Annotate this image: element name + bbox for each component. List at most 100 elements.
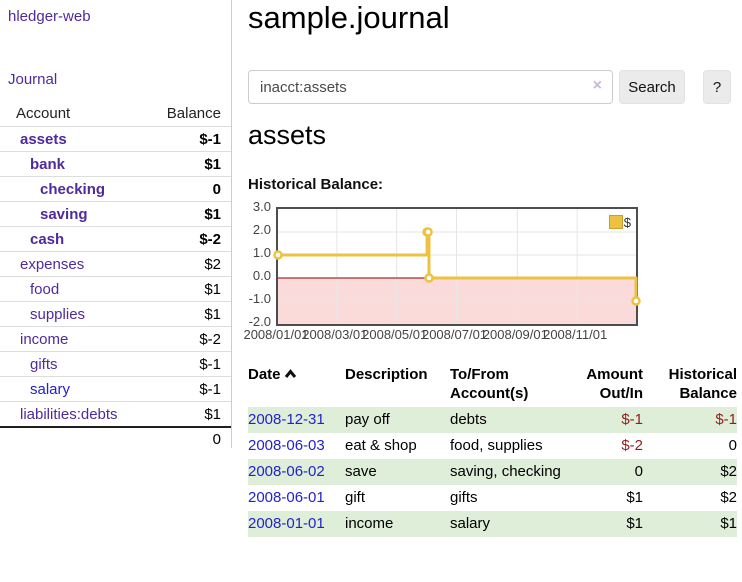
register-header-date-label: Date (248, 366, 281, 383)
account-link[interactable]: bank (30, 156, 65, 173)
transaction-description: gift (345, 485, 450, 511)
register-table: Date Description To/From Account(s) Amou… (248, 363, 737, 537)
balance-chart: 3.02.01.00.0-1.0-2.0 $ 2008/01/012008/03… (248, 201, 742, 349)
account-balance: $1 (149, 302, 231, 327)
transaction-description: eat & shop (345, 433, 450, 459)
accounts-total-value: 0 (149, 427, 231, 451)
search-input-wrap: × (248, 70, 613, 104)
y-axis-tick-label: 3.0 (245, 199, 271, 214)
account-link[interactable]: expenses (20, 256, 84, 273)
transaction-balance: 0 (643, 433, 737, 459)
transaction-date-link[interactable]: 2008-06-01 (248, 489, 325, 506)
transaction-accounts: saving, checking (450, 459, 565, 485)
x-axis-tick-label: 2008/03/01 (302, 327, 367, 342)
transaction-balance: $1 (643, 511, 737, 537)
account-balance: $-2 (149, 327, 231, 352)
help-button[interactable]: ? (703, 70, 731, 104)
y-axis-tick-label: -1.0 (245, 291, 271, 306)
account-link[interactable]: supplies (30, 306, 85, 323)
register-header-account: To/From Account(s) (450, 363, 565, 407)
y-axis-tick-label: 1.0 (245, 245, 271, 260)
account-row: checking0 (0, 177, 231, 202)
transaction-date-link[interactable]: 2008-12-31 (248, 411, 325, 428)
register-row: 2008-01-01incomesalary$1$1 (248, 511, 737, 537)
accounts-header-balance: Balance (149, 102, 231, 127)
transaction-balance: $2 (643, 459, 737, 485)
transaction-amount: $-1 (565, 407, 643, 433)
account-heading: assets (248, 120, 326, 151)
account-row: saving $1 (0, 202, 231, 227)
chart-svg (278, 209, 636, 324)
app-title-link[interactable]: hledger-web (8, 8, 91, 25)
x-axis-tick-label: 2008/11/01 (543, 327, 607, 342)
sidebar-item-journal[interactable]: Journal (8, 71, 57, 88)
accounts-total-row: 0 (0, 427, 231, 451)
account-balance: $-1 (149, 377, 231, 402)
account-row: bank$1 (0, 152, 231, 177)
page-title: sample.journal (248, 0, 450, 36)
chart-heading: Historical Balance: (248, 176, 383, 193)
account-balance: $2 (149, 252, 231, 277)
transaction-amount: 0 (565, 459, 643, 485)
register-header-amount: Amount Out/In (565, 363, 643, 407)
transaction-description: save (345, 459, 450, 485)
account-balance: $1 (149, 277, 231, 302)
accounts-header-row: Account Balance (0, 102, 231, 127)
account-row: assets $-1 (0, 127, 231, 152)
transaction-description: income (345, 511, 450, 537)
sort-ascending-icon (284, 365, 297, 384)
y-axis-tick-label: 0.0 (245, 268, 271, 283)
account-row: income $-2 (0, 327, 231, 352)
account-link[interactable]: assets (20, 131, 67, 148)
account-link[interactable]: gifts (30, 356, 58, 373)
account-balance: $-2 (149, 227, 231, 252)
sidebar: hledger-web Journal Account Balance asse… (0, 0, 232, 448)
transaction-date-link[interactable]: 2008-01-01 (248, 515, 325, 532)
transaction-accounts: debts (450, 407, 565, 433)
register-header-date[interactable]: Date (248, 363, 345, 407)
account-link[interactable]: food (30, 281, 59, 298)
transaction-date-link[interactable]: 2008-06-02 (248, 463, 325, 480)
x-axis-tick-label: 2008/01/01 (243, 327, 308, 342)
chart-plot-area[interactable]: $ (276, 207, 638, 326)
account-balance: $1 (149, 402, 231, 428)
transaction-balance: $-1 (643, 407, 737, 433)
accounts-table: Account Balance assets$-1bank$1checking0… (0, 102, 231, 451)
register-row: 2008-06-01 giftgifts$1$2 (248, 485, 737, 511)
transaction-accounts: salary (450, 511, 565, 537)
clear-search-icon[interactable]: × (593, 78, 602, 94)
transaction-accounts: food, supplies (450, 433, 565, 459)
transaction-amount: $1 (565, 485, 643, 511)
x-axis-tick-label: 2008/07/01 (422, 327, 487, 342)
account-balance: $-1 (149, 352, 231, 377)
search-input[interactable] (248, 70, 613, 104)
account-row: food $1 (0, 277, 231, 302)
legend-label: $ (624, 215, 631, 230)
account-link[interactable]: cash (30, 231, 64, 248)
x-axis-tick-label: 2008/09/01 (483, 327, 548, 342)
register-row: 2008-06-02 savesaving, checking0$2 (248, 459, 737, 485)
account-row: salary $-1 (0, 377, 231, 402)
account-link[interactable]: income (20, 331, 68, 348)
register-row: 2008-12-31pay offdebts$-1$-1 (248, 407, 737, 433)
account-row: gifts $-1 (0, 352, 231, 377)
transaction-accounts: gifts (450, 485, 565, 511)
account-link[interactable]: checking (40, 181, 105, 198)
transaction-amount: $1 (565, 511, 643, 537)
account-row: liabilities:debts $1 (0, 402, 231, 428)
register-row: 2008-06-03eat & shopfood, supplies$-20 (248, 433, 737, 459)
account-link[interactable]: saving (40, 206, 88, 223)
account-link[interactable]: liabilities:debts (20, 406, 118, 423)
account-row: cash $-2 (0, 227, 231, 252)
search-button[interactable]: Search (619, 70, 685, 104)
chart-legend: $ (609, 213, 631, 228)
search-form: × Search ? (248, 70, 742, 104)
account-balance: $-1 (149, 127, 231, 152)
y-axis-tick-label: 2.0 (245, 222, 271, 237)
account-balance: $1 (149, 202, 231, 227)
transaction-date-link[interactable]: 2008-06-03 (248, 437, 325, 454)
account-row: expenses $2 (0, 252, 231, 277)
accounts-header-account: Account (0, 102, 149, 127)
transaction-balance: $2 (643, 485, 737, 511)
account-link[interactable]: salary (30, 381, 70, 398)
